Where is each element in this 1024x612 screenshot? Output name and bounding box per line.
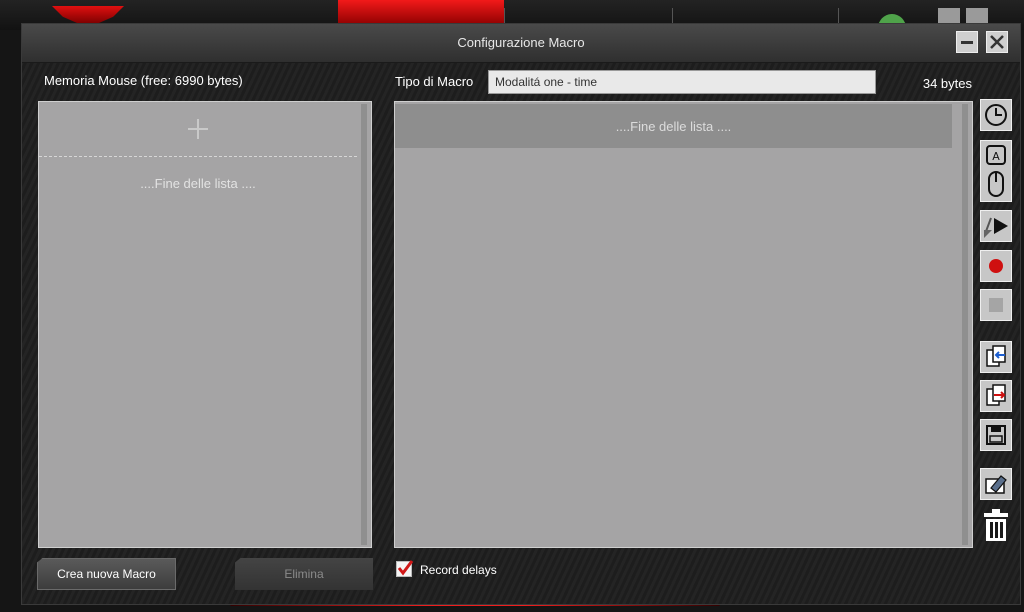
export-macro-button[interactable]: [980, 380, 1012, 412]
plus-icon: [188, 119, 208, 139]
add-macro-button[interactable]: [39, 102, 357, 157]
clock-icon: [985, 104, 1007, 126]
export-icon: [986, 384, 1006, 406]
dialog-title: Configurazione Macro: [457, 35, 585, 50]
record-delays-checkbox[interactable]: [396, 560, 414, 577]
macro-list-scrollbar[interactable]: [361, 104, 367, 545]
edit-icon: [985, 475, 1007, 494]
background-tab-divider: [672, 8, 673, 24]
insert-key-mouse-button[interactable]: A: [980, 140, 1012, 202]
record-delays-label: Record delays: [420, 563, 497, 577]
record-button[interactable]: [980, 250, 1012, 282]
background-active-tab: [338, 0, 504, 26]
svg-text:A: A: [992, 150, 1000, 163]
play-icon: [984, 217, 1008, 238]
save-macro-button[interactable]: [980, 419, 1012, 451]
macro-size-label: 34 bytes: [922, 76, 972, 91]
edit-macro-button[interactable]: [980, 468, 1012, 500]
background-tab-divider: [838, 8, 839, 24]
minimize-button[interactable]: [956, 31, 978, 53]
event-list-end-text: ....Fine delle lista ....: [615, 118, 732, 134]
background-tab-divider: [504, 8, 505, 24]
checkmark-icon: [397, 560, 414, 576]
dialog-titlebar[interactable]: Configurazione Macro: [22, 24, 1020, 63]
macro-list-end-text: ....Fine delle lista ....: [140, 176, 256, 191]
import-icon: [986, 345, 1006, 367]
close-icon: [990, 35, 1004, 49]
memory-label: Memoria Mouse (free: 6990 bytes): [44, 73, 243, 88]
macro-config-dialog: Configurazione Macro Memoria Mouse (free…: [22, 24, 1020, 604]
stop-icon: [989, 298, 1003, 312]
save-icon: [986, 425, 1006, 445]
close-button[interactable]: [986, 31, 1008, 53]
trash-icon: [984, 509, 1008, 541]
minimize-icon: [961, 40, 973, 44]
macro-type-select[interactable]: Modalitá one - time: [488, 70, 876, 94]
create-macro-button[interactable]: Crea nuova Macro: [37, 558, 176, 590]
record-icon: [989, 259, 1003, 273]
macro-type-label: Tipo di Macro: [395, 74, 474, 89]
event-list-end-row: ....Fine delle lista ....: [395, 104, 952, 148]
keyboard-mouse-icon: A: [986, 145, 1006, 197]
macro-list-panel[interactable]: ....Fine delle lista ....: [38, 101, 372, 548]
event-list-scrollbar[interactable]: [962, 104, 968, 545]
delete-event-button[interactable]: [982, 508, 1010, 544]
import-macro-button[interactable]: [980, 341, 1012, 373]
macro-events-panel[interactable]: ....Fine delle lista ....: [394, 101, 973, 548]
stop-button[interactable]: [980, 289, 1012, 321]
insert-delay-button[interactable]: [980, 99, 1012, 131]
play-macro-button[interactable]: [980, 210, 1012, 242]
delete-macro-button[interactable]: Elimina: [235, 558, 373, 590]
